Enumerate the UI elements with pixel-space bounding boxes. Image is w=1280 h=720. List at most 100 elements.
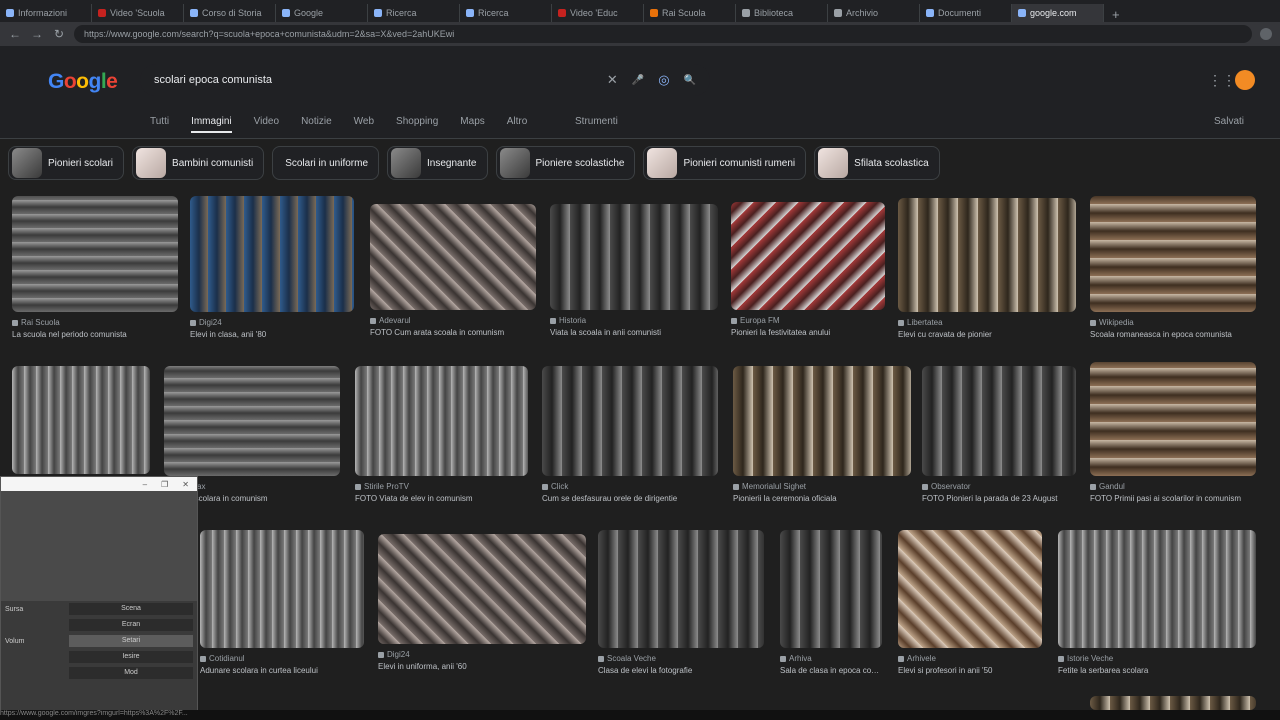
- new-tab-button[interactable]: +: [1104, 7, 1128, 22]
- window-row-value[interactable]: Ecran: [69, 619, 193, 631]
- result-thumbnail[interactable]: [1090, 362, 1256, 476]
- tools-button[interactable]: Strumenti: [575, 116, 618, 127]
- search-tab[interactable]: Shopping: [396, 116, 438, 133]
- image-result[interactable]: Libertatea Elevi cu cravata de pionier: [898, 198, 1076, 339]
- result-title[interactable]: Clasa de elevi la fotografie: [598, 666, 764, 675]
- result-thumbnail[interactable]: [898, 530, 1042, 648]
- search-tab[interactable]: Tutti: [150, 116, 169, 133]
- result-thumbnail[interactable]: [550, 204, 718, 310]
- browser-tab[interactable]: Ricerca: [368, 4, 460, 22]
- image-result[interactable]: [1090, 696, 1256, 710]
- refinement-chip[interactable]: Sfilata scolastica: [814, 146, 940, 180]
- search-tab[interactable]: Video: [254, 116, 279, 133]
- result-title[interactable]: Cum se desfasurau orele de dirigentie: [542, 494, 718, 503]
- browser-tab[interactable]: Informazioni: [0, 4, 92, 22]
- result-title[interactable]: Elevi in clasa, anii '80: [190, 330, 354, 339]
- google-logo[interactable]: Google: [48, 70, 118, 94]
- result-title[interactable]: La scuola nel periodo comunista: [12, 330, 178, 339]
- image-result[interactable]: Europa FM Pionieri la festivitatea anului: [731, 202, 885, 337]
- result-thumbnail[interactable]: [1090, 196, 1256, 312]
- browser-tab[interactable]: Corso di Storia: [184, 4, 276, 22]
- image-result[interactable]: Cotidianul Adunare scolara in curtea lice…: [200, 530, 364, 675]
- search-icon[interactable]: 🔍: [684, 75, 696, 86]
- browser-profile-icon[interactable]: [1260, 28, 1272, 40]
- browser-tab[interactable]: Biblioteca: [736, 4, 828, 22]
- result-thumbnail[interactable]: [922, 366, 1076, 476]
- result-title[interactable]: FOTO Viata de elev in comunism: [355, 494, 528, 503]
- result-title[interactable]: Elevi cu cravata de pionier: [898, 330, 1076, 339]
- result-thumbnail[interactable]: [12, 366, 150, 474]
- result-title[interactable]: Elevi in uniforma, anii '60: [378, 662, 586, 671]
- window-row-value[interactable]: Setari: [69, 635, 193, 647]
- image-result[interactable]: Historia Viata la scoala in anii comunist…: [550, 204, 718, 337]
- address-bar[interactable]: https://www.google.com/search?q=scuola+e…: [74, 25, 1252, 43]
- result-thumbnail[interactable]: [898, 198, 1076, 312]
- image-result[interactable]: Wikipedia Scoala romaneasca in epoca comu…: [1090, 196, 1256, 339]
- result-title[interactable]: Elevi si profesori in anii '50: [898, 666, 1042, 675]
- refinement-chip[interactable]: Pionieri comunisti rumeni: [643, 146, 807, 180]
- result-thumbnail[interactable]: [200, 530, 364, 648]
- image-result[interactable]: Gandul FOTO Primii pasi ai scolarilor in …: [1090, 362, 1256, 503]
- search-box[interactable]: scolari epoca comunista ✕ 🎤 ◎ 🔍: [140, 64, 710, 96]
- refinement-chip[interactable]: Scolari in uniforme: [272, 146, 379, 180]
- result-thumbnail[interactable]: [370, 204, 536, 310]
- browser-tab[interactable]: google.com: [1012, 4, 1104, 22]
- forward-button[interactable]: →: [30, 27, 44, 41]
- image-result[interactable]: Arhiva Sala de clasa in epoca comunista: [780, 530, 882, 675]
- browser-tab[interactable]: Video 'Educ: [552, 4, 644, 22]
- close-icon[interactable]: ✕: [182, 480, 189, 489]
- browser-tab[interactable]: Google: [276, 4, 368, 22]
- search-tab[interactable]: Altro: [507, 116, 528, 133]
- window-row-value[interactable]: Mod: [69, 667, 193, 679]
- image-result[interactable]: Rai Scuola La scuola nel periodo comunist…: [12, 196, 178, 339]
- browser-tab[interactable]: Archivio: [828, 4, 920, 22]
- window-row-value[interactable]: Iesire: [69, 651, 193, 663]
- result-title[interactable]: Pionierii la ceremonia oficiala: [733, 494, 911, 503]
- result-title[interactable]: FOTO Primii pasi ai scolarilor in comuni…: [1090, 494, 1256, 503]
- refinement-chip[interactable]: Pioniere scolastiche: [495, 146, 636, 180]
- result-title[interactable]: FOTO Cum arata scoala in comunism: [370, 328, 536, 337]
- result-thumbnail[interactable]: [598, 530, 764, 648]
- result-title[interactable]: FOTO Pionieri la parada de 23 August: [922, 494, 1076, 503]
- image-result[interactable]: Memorialul Sighet Pionierii la ceremonia …: [733, 366, 911, 503]
- result-thumbnail[interactable]: [733, 366, 911, 476]
- search-tab[interactable]: Maps: [460, 116, 484, 133]
- browser-tab[interactable]: Ricerca: [460, 4, 552, 22]
- clear-icon[interactable]: ✕: [607, 72, 618, 88]
- avatar[interactable]: [1235, 70, 1255, 90]
- search-tab[interactable]: Web: [354, 116, 374, 133]
- result-thumbnail[interactable]: [1058, 530, 1256, 648]
- result-thumbnail[interactable]: [731, 202, 885, 310]
- search-tab[interactable]: Notizie: [301, 116, 332, 133]
- result-thumbnail[interactable]: [780, 530, 882, 648]
- maximize-icon[interactable]: ❐: [161, 480, 168, 489]
- minimize-icon[interactable]: –: [143, 480, 147, 489]
- result-title[interactable]: Adunare scolara in curtea liceului: [200, 666, 364, 675]
- lens-icon[interactable]: ◎: [658, 72, 669, 88]
- result-thumbnail[interactable]: [355, 366, 528, 476]
- result-title[interactable]: Scoala romaneasca in epoca comunista: [1090, 330, 1256, 339]
- result-title[interactable]: Sala de clasa in epoca comunista: [780, 666, 882, 675]
- browser-tab[interactable]: Video 'Scuola: [92, 4, 184, 22]
- image-result[interactable]: Stirile ProTV FOTO Viata de elev in comun…: [355, 366, 528, 503]
- result-title[interactable]: Viata la scoala in anii comunisti: [550, 328, 718, 337]
- saved-button[interactable]: Salvati: [1214, 116, 1244, 127]
- back-button[interactable]: ←: [8, 27, 22, 41]
- result-thumbnail[interactable]: [164, 366, 340, 476]
- image-result[interactable]: Observator FOTO Pionieri la parada de 23 …: [922, 366, 1076, 503]
- image-result[interactable]: Digi24 Elevi in uniforma, anii '60: [378, 534, 586, 671]
- refinement-chip[interactable]: Bambini comunisti: [132, 146, 265, 180]
- result-thumbnail[interactable]: [12, 196, 178, 312]
- search-input[interactable]: scolari epoca comunista: [154, 74, 593, 86]
- image-result[interactable]: Adevarul FOTO Cum arata scoala in comunis…: [370, 204, 536, 337]
- mic-icon[interactable]: 🎤: [632, 75, 644, 86]
- browser-tab[interactable]: Rai Scuola: [644, 4, 736, 22]
- search-tab[interactable]: Immagini: [191, 116, 232, 133]
- browser-tab[interactable]: Documenti: [920, 4, 1012, 22]
- apps-grid-icon[interactable]: ⋮⋮: [1208, 72, 1236, 89]
- reload-button[interactable]: ↻: [52, 27, 66, 41]
- image-result[interactable]: Digi24 Elevi in clasa, anii '80: [190, 196, 354, 339]
- image-result[interactable]: Click Cum se desfasurau orele de dirigent…: [542, 366, 718, 503]
- window-row-value[interactable]: Scena: [69, 603, 193, 615]
- refinement-chip[interactable]: Pionieri scolari: [8, 146, 125, 180]
